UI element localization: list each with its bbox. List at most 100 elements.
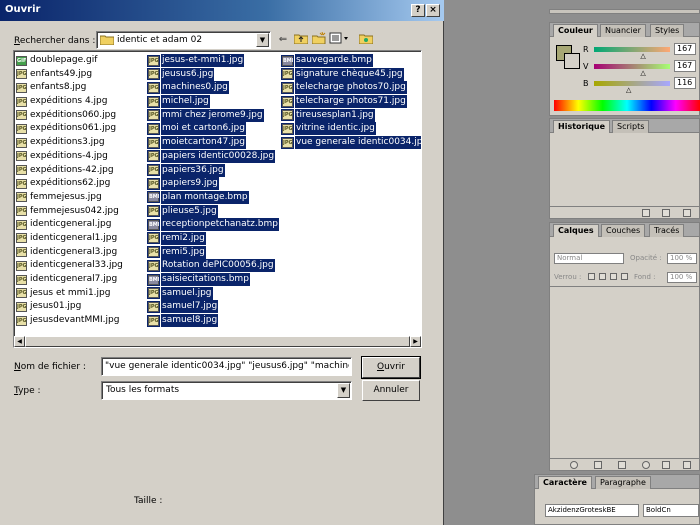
chevron-down-icon[interactable]: ▼ <box>256 33 269 47</box>
file-item[interactable]: BMPsaisiecitations.bmp <box>147 273 279 287</box>
file-item[interactable]: JPG vue generale identic0034.jpg <box>281 136 421 150</box>
file-item[interactable]: JPG expéditions3.jpg <box>16 136 124 150</box>
file-item[interactable]: JPG samuel7.jpg <box>147 300 279 314</box>
file-item[interactable]: JPG papiers36.jpg <box>147 163 279 178</box>
file-item[interactable]: JPG moi et carton6.jpg <box>147 122 279 136</box>
tab-nuancier[interactable]: Nuancier <box>600 24 646 37</box>
opacity-field[interactable]: 100 % <box>667 253 697 264</box>
file-item[interactable]: JPG identicgeneral3.jpg <box>16 246 124 260</box>
cancel-button[interactable]: Annuler <box>362 380 420 401</box>
file-item[interactable]: JPG moietcarton47.jpg <box>147 136 279 150</box>
file-item[interactable]: JPG telecharge photos71.jpg <box>281 95 421 109</box>
file-item[interactable]: JPG femmejesus042.jpg <box>16 205 124 219</box>
file-item[interactable]: BMPreceptionpetchanatz.bmp <box>147 218 279 232</box>
tab-paragraphe[interactable]: Paragraphe <box>595 476 651 489</box>
adjustment-layer-icon[interactable] <box>642 461 650 469</box>
tab-caractere[interactable]: Caractère <box>538 476 592 489</box>
file-item[interactable]: JPG expéditions62.jpg <box>16 177 124 191</box>
close-button[interactable]: × <box>426 4 440 17</box>
file-item[interactable]: JPG tireusesplan1.jpg <box>281 108 421 123</box>
tab-couleur[interactable]: Couleur <box>553 24 598 37</box>
font-family-select[interactable]: AkzidenzGroteskBE <box>545 504 639 517</box>
file-item[interactable]: JPG femmejesus.jpg <box>16 191 124 205</box>
file-item[interactable]: JPG expéditions061.jpg <box>16 122 124 136</box>
file-item[interactable]: JPG enfants49.jpg <box>16 68 124 82</box>
file-item[interactable]: JPG jesusdevantMMI.jpg <box>16 314 124 328</box>
file-item[interactable]: JPG machines0.jpg <box>147 81 279 95</box>
slider-thumb-icon[interactable]: △ <box>640 52 645 60</box>
trash-icon[interactable] <box>683 461 691 469</box>
value-r[interactable]: 167 <box>674 43 696 55</box>
new-document-icon[interactable] <box>662 209 670 217</box>
tab-scripts[interactable]: Scripts <box>612 120 650 133</box>
new-snapshot-icon[interactable] <box>642 209 650 217</box>
lock-pixels-icon[interactable] <box>599 273 606 280</box>
file-item[interactable]: JPG vitrine identic.jpg <box>281 122 421 136</box>
file-item[interactable]: JPG expéditions-4.jpg <box>16 150 124 164</box>
font-style-select[interactable]: BoldCn <box>643 504 699 517</box>
help-button[interactable]: ? <box>411 4 425 17</box>
open-button[interactable]: Ouvrir <box>361 356 421 379</box>
up-folder-icon[interactable] <box>292 32 310 48</box>
file-item[interactable]: JPG remi5.jpg <box>147 245 279 260</box>
new-group-icon[interactable] <box>618 461 626 469</box>
file-item[interactable]: JPG remi2.jpg <box>147 231 279 246</box>
tab-traces[interactable]: Tracés <box>649 224 685 237</box>
file-item[interactable]: JPG expéditions-42.jpg <box>16 164 124 178</box>
fill-field[interactable]: 100 % <box>667 272 697 283</box>
file-item[interactable]: JPG identicgeneral.jpg <box>16 218 124 232</box>
slider-v[interactable] <box>594 64 670 69</box>
chevron-down-icon[interactable]: ▼ <box>337 383 350 398</box>
color-ramp[interactable] <box>554 100 700 111</box>
dialog-titlebar[interactable]: Ouvrir ? × <box>0 0 444 21</box>
file-item[interactable]: GIF doublepage.gif <box>16 54 124 68</box>
new-folder-icon[interactable] <box>310 31 328 48</box>
back-icon[interactable]: ⇐ <box>274 32 292 48</box>
slider-r[interactable] <box>594 47 670 52</box>
file-item[interactable]: JPG mmi chez jerome9.jpg <box>147 108 279 123</box>
file-item[interactable]: JPG identicgeneral1.jpg <box>16 232 124 246</box>
lock-position-icon[interactable] <box>610 273 617 280</box>
scroll-right-icon[interactable]: ▶ <box>410 336 421 347</box>
file-type-select[interactable]: Tous les formats ▼ <box>101 381 352 400</box>
scrollbar-thumb[interactable] <box>25 336 410 347</box>
file-list[interactable]: GIF doublepage.gif JPG enfants49.jpg JPG enfa… <box>13 50 422 348</box>
lock-all-icon[interactable] <box>621 273 628 280</box>
tab-calques[interactable]: Calques <box>553 224 599 237</box>
file-item[interactable]: JPG michel.jpg <box>147 95 279 109</box>
new-layer-icon[interactable] <box>662 461 670 469</box>
file-item[interactable]: JPG identicgeneral7.jpg <box>16 273 124 287</box>
filename-field[interactable]: "vue generale identic0034.jpg" "jeusus6.… <box>101 357 352 376</box>
file-item[interactable]: JPG identicgeneral33.jpg <box>16 259 124 273</box>
tab-styles[interactable]: Styles <box>650 24 685 37</box>
slider-thumb-icon[interactable]: △ <box>626 86 631 94</box>
file-item[interactable]: JPG samuel.jpg <box>147 286 279 301</box>
file-item[interactable]: JPG samuel8.jpg <box>147 314 279 328</box>
layer-style-icon[interactable] <box>570 461 578 469</box>
file-item[interactable]: JPG expéditions060.jpg <box>16 109 124 123</box>
horizontal-scrollbar[interactable]: ◀ ▶ <box>14 336 421 347</box>
file-item[interactable]: JPG jeusus6.jpg <box>147 67 279 82</box>
value-b[interactable]: 116 <box>674 77 696 89</box>
file-item[interactable]: JPG signature chèque45.jpg <box>281 67 421 82</box>
lock-transparency-icon[interactable] <box>588 273 595 280</box>
layer-mask-icon[interactable] <box>594 461 602 469</box>
slider-b[interactable] <box>594 81 670 86</box>
tab-historique[interactable]: Historique <box>553 120 611 133</box>
value-v[interactable]: 167 <box>674 60 696 72</box>
favorites-icon[interactable] <box>357 32 375 48</box>
file-item[interactable]: JPG jesus et mmi1.jpg <box>16 287 124 301</box>
file-item[interactable]: JPG jesus01.jpg <box>16 300 124 314</box>
file-item[interactable]: BMPsauvegarde.bmp <box>281 54 421 68</box>
file-item[interactable]: JPG telecharge photos70.jpg <box>281 81 421 95</box>
file-item[interactable]: JPG papiers9.jpg <box>147 177 279 191</box>
file-item[interactable]: BMPplan montage.bmp <box>147 190 279 205</box>
file-item[interactable]: JPG enfants8.jpg <box>16 81 124 95</box>
background-swatch[interactable] <box>564 53 580 69</box>
slider-thumb-icon[interactable]: △ <box>640 69 645 77</box>
file-item[interactable]: JPG plieuse5.jpg <box>147 204 279 219</box>
tab-couches[interactable]: Couches <box>601 224 646 237</box>
file-item[interactable]: JPG expéditions 4.jpg <box>16 95 124 109</box>
file-item[interactable]: JPG papiers identic00028.jpg <box>147 149 279 164</box>
file-item[interactable]: JPG jesus-et-mmi1.jpg <box>147 54 279 68</box>
